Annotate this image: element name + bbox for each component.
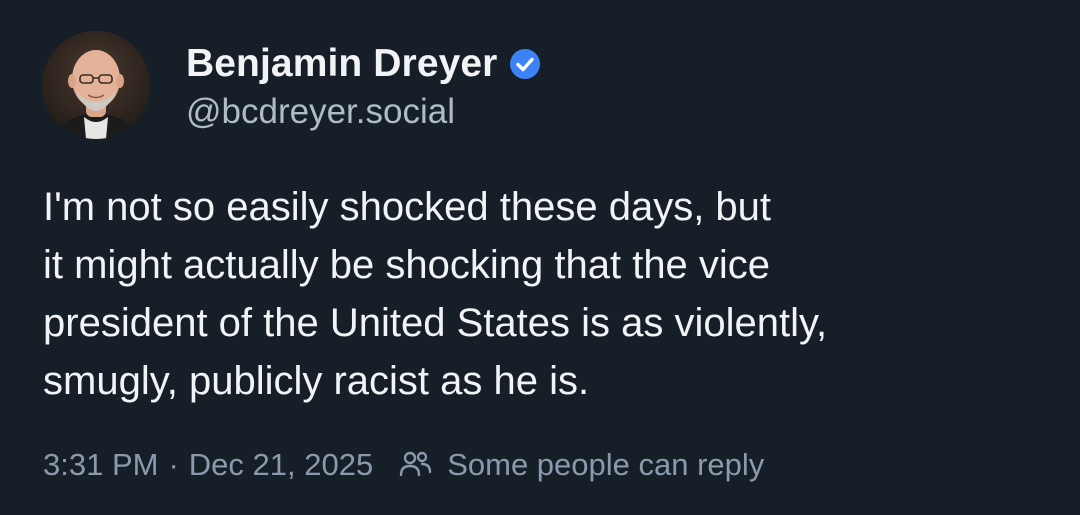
reply-setting[interactable]: Some people can reply: [447, 447, 764, 483]
people-icon: [397, 447, 433, 483]
post-card: Benjamin Dreyer @bcdreyer.social I'm not…: [0, 0, 1080, 515]
avatar[interactable]: [42, 31, 150, 139]
display-name[interactable]: Benjamin Dreyer: [186, 42, 497, 86]
post-text-line: smugly, publicly racist as he is.: [43, 359, 590, 403]
meta-separator: ·: [168, 447, 179, 482]
post-text-line: president of the United States is as vio…: [43, 301, 828, 345]
post-date[interactable]: Dec 21, 2025: [189, 447, 373, 483]
post-meta: 3:31 PM · Dec 21, 2025 Some people can r…: [43, 442, 764, 488]
author-handle[interactable]: @bcdreyer.social: [186, 92, 541, 132]
post-text-line: it might actually be shocking that the v…: [43, 243, 771, 287]
author-block[interactable]: Benjamin Dreyer @bcdreyer.social: [186, 38, 541, 142]
verified-badge-icon[interactable]: [509, 48, 541, 80]
name-row: Benjamin Dreyer: [186, 38, 541, 90]
post-time: 3:31 PM: [43, 447, 159, 482]
post-text: I'm not so easily shocked these days, bu…: [43, 178, 1043, 410]
post-text-line: I'm not so easily shocked these days, bu…: [43, 185, 772, 229]
avatar-image: [42, 31, 150, 139]
